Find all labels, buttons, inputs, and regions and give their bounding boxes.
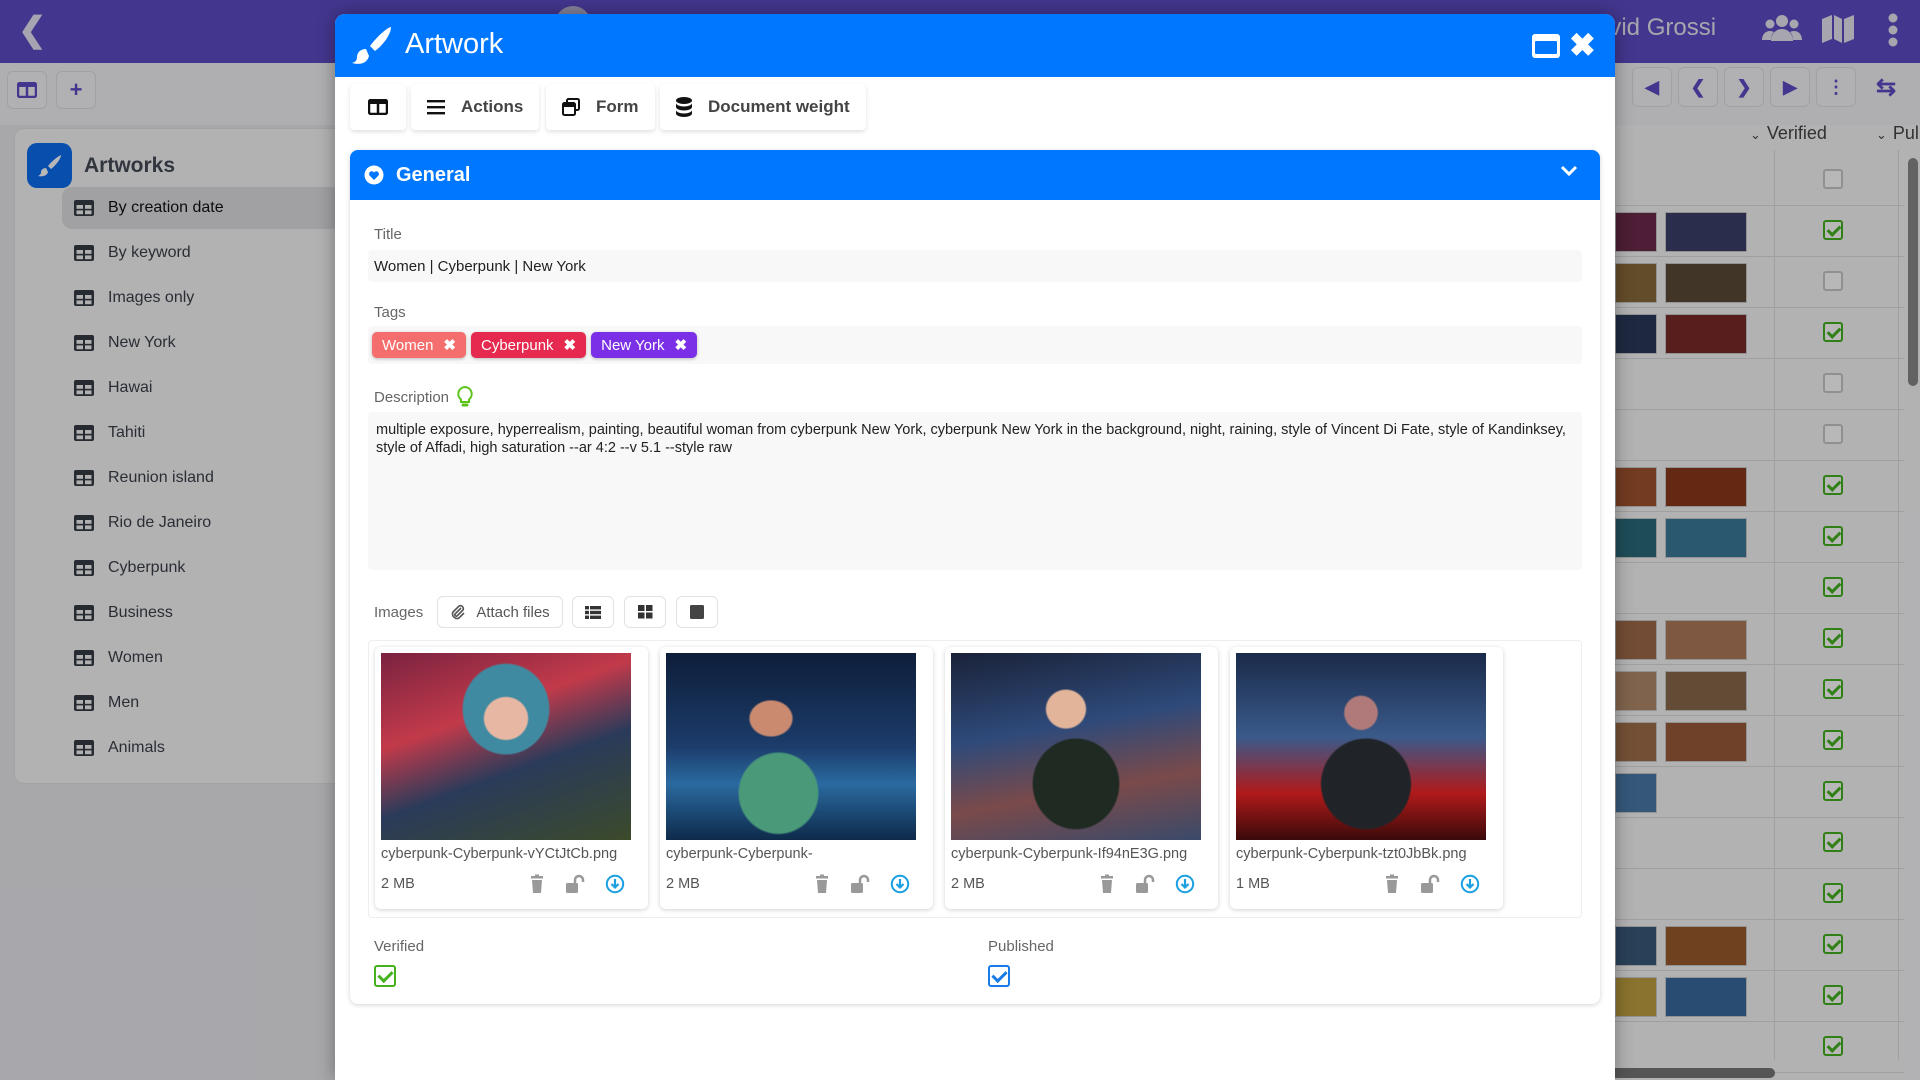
tag-label: Women (382, 336, 434, 354)
form-label: Form (596, 97, 639, 116)
actions-button[interactable]: Actions (411, 84, 540, 130)
title-input[interactable]: Women | Cyberpunk | New York (368, 250, 1582, 282)
description-label: Description (374, 388, 450, 406)
unlock-icon[interactable] (850, 874, 870, 894)
general-section-header[interactable]: General (350, 150, 1600, 200)
image-card: cyberpunk-Cyberpunk-If94nE3G.png 2 MB (945, 647, 1218, 909)
chevron-down-icon[interactable] (1560, 164, 1578, 178)
window-restore-icon (562, 98, 580, 116)
image-file-size: 1 MB (1236, 876, 1270, 892)
image-file-name: cyberpunk-Cyberpunk-vYCtJtCb.png (381, 846, 618, 862)
document-weight-button[interactable]: Document weight (660, 84, 866, 130)
database-icon (676, 97, 692, 117)
paperclip-icon (452, 604, 465, 620)
tag-label: New York (601, 336, 665, 354)
tag-chip[interactable]: New York ✖ (591, 332, 698, 358)
tags-label: Tags (374, 304, 406, 321)
download-icon[interactable] (890, 874, 910, 894)
image-file-size: 2 MB (951, 876, 985, 892)
list-icon (585, 605, 601, 619)
image-thumbnail[interactable] (951, 653, 1201, 840)
image-card: cyberpunk-Cyberpunk-vYCtJtCb.png 2 MB (375, 647, 648, 909)
remove-tag-icon[interactable]: ✖ (443, 336, 456, 354)
title-label: Title (374, 226, 402, 243)
image-file-name: cyberpunk-Cyberpunk-If94nE3G.png (951, 846, 1188, 862)
unlock-icon[interactable] (1135, 874, 1155, 894)
unlock-icon[interactable] (565, 874, 585, 894)
form-button[interactable]: Form (546, 84, 655, 130)
trash-icon[interactable] (1097, 874, 1117, 894)
modal-title: Artwork (405, 28, 504, 60)
image-card: cyberpunk-Cyberpunk-tzt0JbBk.png 1 MB (1230, 647, 1503, 909)
image-thumbnail[interactable] (1236, 653, 1486, 840)
general-section: General Title Women | Cyberpunk | New Yo… (350, 150, 1600, 1004)
section-title: General (396, 163, 471, 186)
image-file-size: 2 MB (666, 876, 700, 892)
heart-circle-icon (364, 165, 384, 185)
modal-header: Artwork ✖ (335, 14, 1615, 77)
paint-brush-icon (352, 27, 391, 64)
lightbulb-icon[interactable] (457, 386, 473, 408)
remove-tag-icon[interactable]: ✖ (675, 336, 688, 354)
document-weight-label: Document weight (708, 97, 850, 116)
grid-icon (637, 605, 652, 619)
grid-view-button[interactable] (624, 596, 666, 628)
verified-label: Verified (374, 938, 425, 955)
image-file-name: cyberpunk-Cyberpunk-tzt0JbBk.png (1236, 846, 1467, 862)
download-icon[interactable] (1460, 874, 1480, 894)
unlock-icon[interactable] (1420, 874, 1440, 894)
maximize-button[interactable] (1532, 34, 1560, 58)
description-label-row: Description (374, 386, 473, 408)
tag-chip[interactable]: Women ✖ (372, 332, 466, 358)
image-card: cyberpunk-Cyberpunk- 2 MB (660, 647, 933, 909)
published-label: Published (988, 938, 1054, 955)
attach-files-button[interactable]: Attach files (437, 596, 563, 628)
images-label: Images (374, 604, 424, 621)
image-file-size: 2 MB (381, 876, 415, 892)
square-icon (690, 605, 704, 619)
download-icon[interactable] (1175, 874, 1195, 894)
actions-label: Actions (461, 97, 524, 116)
description-textarea[interactable]: multiple exposure, hyperrealism, paintin… (368, 412, 1582, 570)
toggle-layout-button[interactable] (350, 84, 406, 130)
tag-chip[interactable]: Cyberpunk ✖ (471, 332, 587, 358)
remove-tag-icon[interactable]: ✖ (564, 336, 577, 354)
menu-icon (427, 99, 445, 115)
verified-checkbox[interactable] (374, 965, 396, 987)
attach-files-label: Attach files (476, 603, 550, 621)
tags-input[interactable]: Women ✖ Cyberpunk ✖ New York ✖ (368, 326, 1582, 364)
image-file-name: cyberpunk-Cyberpunk- (666, 846, 813, 862)
tag-label: Cyberpunk (481, 336, 554, 354)
large-view-button[interactable] (676, 596, 718, 628)
image-thumbnail[interactable] (381, 653, 631, 840)
close-button[interactable]: ✖ (1569, 28, 1596, 62)
trash-icon[interactable] (1382, 874, 1402, 894)
list-view-button[interactable] (572, 596, 614, 628)
trash-icon[interactable] (527, 874, 547, 894)
trash-icon[interactable] (812, 874, 832, 894)
download-icon[interactable] (605, 874, 625, 894)
image-gallery: cyberpunk-Cyberpunk-vYCtJtCb.png 2 MB cybe… (368, 640, 1582, 918)
image-thumbnail[interactable] (666, 653, 916, 840)
published-checkbox[interactable] (988, 965, 1010, 987)
artwork-modal: Artwork ✖ Actions Form Document weight G… (335, 14, 1615, 1080)
columns-icon (368, 99, 388, 115)
